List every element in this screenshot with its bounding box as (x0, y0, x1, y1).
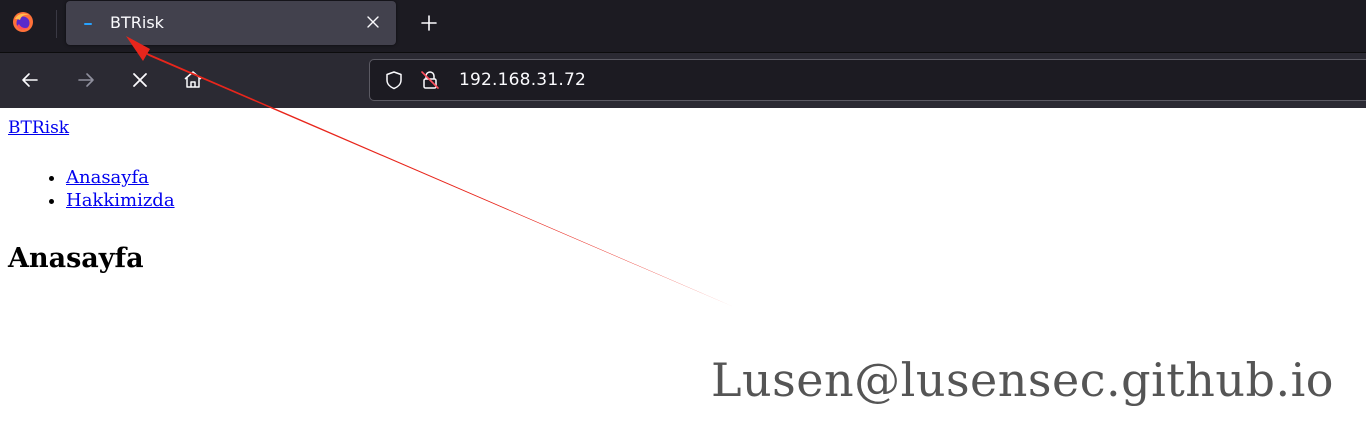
menu-link-hakkimizda[interactable]: Hakkimizda (66, 190, 175, 211)
firefox-logo-icon[interactable] (12, 11, 34, 33)
close-icon[interactable] (363, 12, 383, 32)
tab-btrisk[interactable]: BTRisk (66, 1, 396, 45)
home-icon[interactable] (181, 68, 205, 92)
plus-icon[interactable] (418, 12, 440, 34)
arrow-left-icon[interactable] (18, 68, 42, 92)
list-item: Hakkimizda (66, 189, 175, 212)
tab-divider (56, 10, 57, 38)
tab-title: BTRisk (110, 13, 164, 32)
loading-favicon-icon (84, 23, 92, 25)
nav-menu: Anasayfa Hakkimizda (48, 166, 175, 212)
tab-bar: BTRisk (0, 0, 1366, 52)
navigation-toolbar: 192.168.31.72 (0, 52, 1366, 108)
shield-icon[interactable] (384, 70, 404, 90)
address-bar[interactable]: 192.168.31.72 (369, 59, 1366, 101)
menu-link-anasayfa[interactable]: Anasayfa (66, 167, 149, 188)
page-title: Anasayfa (8, 243, 144, 274)
url-text[interactable]: 192.168.31.72 (459, 70, 586, 90)
arrow-right-icon[interactable] (74, 68, 98, 92)
insecure-lock-icon[interactable] (420, 70, 440, 90)
brand-link[interactable]: BTRisk (8, 118, 69, 138)
list-item: Anasayfa (66, 166, 175, 189)
close-icon[interactable] (128, 68, 152, 92)
watermark-text: Lusen@lusensec.github.io (710, 353, 1334, 407)
